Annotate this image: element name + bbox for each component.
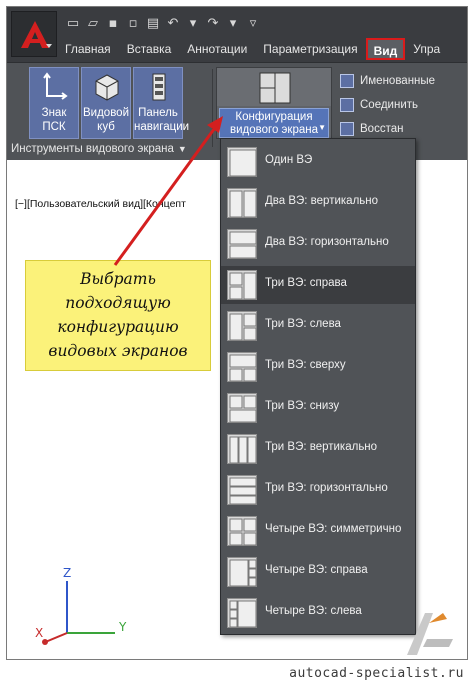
layout-single-icon: [227, 147, 257, 177]
layout-three-bottom-icon: [227, 393, 257, 423]
site-watermark: autocad-specialist.ru: [289, 666, 464, 681]
menu-item-label: Четыре ВЭ: справа: [265, 564, 368, 576]
menu-item-label: Три ВЭ: справа: [265, 277, 347, 289]
menu-item-label: Два ВЭ: вертикально: [265, 195, 379, 207]
menu-item-three-vertical[interactable]: Три ВЭ: вертикально: [221, 430, 415, 468]
menu-item-two-horizontal[interactable]: Два ВЭ: горизонтально: [221, 225, 415, 263]
menu-item-three-bottom[interactable]: Три ВЭ: снизу: [221, 389, 415, 427]
viewport-configuration-menu: Один ВЭ Два ВЭ: вертикально Два ВЭ: гори…: [220, 138, 416, 635]
layout-three-top-icon: [227, 352, 257, 382]
site-logo-icon: [407, 613, 453, 655]
menu-item-four-left[interactable]: Четыре ВЭ: слева: [221, 594, 415, 632]
menu-item-label: Два ВЭ: горизонтально: [265, 236, 389, 248]
menu-item-three-right[interactable]: Три ВЭ: справа: [221, 266, 415, 304]
app-window: ▭ ▱ ▪ ▫ ▤ ↶ ▾ ↷ ▾ ▿ Главная Вставка Анно…: [6, 6, 468, 660]
menu-item-three-left[interactable]: Три ВЭ: слева: [221, 307, 415, 345]
ucs-x-label: X: [35, 626, 43, 640]
ucs-icon: Z Y X: [35, 567, 127, 645]
layout-three-left-icon: [227, 311, 257, 341]
menu-item-two-vertical[interactable]: Два ВЭ: вертикально: [221, 184, 415, 222]
menu-item-label: Четыре ВЭ: слева: [265, 605, 362, 617]
menu-item-label: Три ВЭ: сверху: [265, 359, 346, 371]
layout-four-equal-icon: [227, 516, 257, 546]
layout-two-horizontal-icon: [227, 229, 257, 259]
menu-item-label: Три ВЭ: вертикально: [265, 441, 378, 453]
menu-item-label: Три ВЭ: горизонтально: [265, 482, 388, 494]
layout-three-horizontal-icon: [227, 475, 257, 505]
menu-item-label: Один ВЭ: [265, 154, 313, 166]
menu-item-four-right[interactable]: Четыре ВЭ: справа: [221, 553, 415, 591]
menu-item-label: Три ВЭ: слева: [265, 318, 341, 330]
layout-three-right-icon: [227, 270, 257, 300]
menu-item-three-horizontal[interactable]: Три ВЭ: горизонтально: [221, 471, 415, 509]
menu-item-label: Четыре ВЭ: симметрично: [265, 523, 402, 535]
menu-item-three-top[interactable]: Три ВЭ: сверху: [221, 348, 415, 386]
layout-four-left-icon: [227, 598, 257, 628]
layout-four-right-icon: [227, 557, 257, 587]
menu-item-four-equal[interactable]: Четыре ВЭ: симметрично: [221, 512, 415, 550]
layout-two-vertical-icon: [227, 188, 257, 218]
menu-item-label: Три ВЭ: снизу: [265, 400, 340, 412]
menu-item-single[interactable]: Один ВЭ: [221, 143, 415, 181]
ucs-y-label: Y: [118, 620, 127, 634]
layout-three-vertical-icon: [227, 434, 257, 464]
ucs-z-label: Z: [63, 567, 71, 580]
